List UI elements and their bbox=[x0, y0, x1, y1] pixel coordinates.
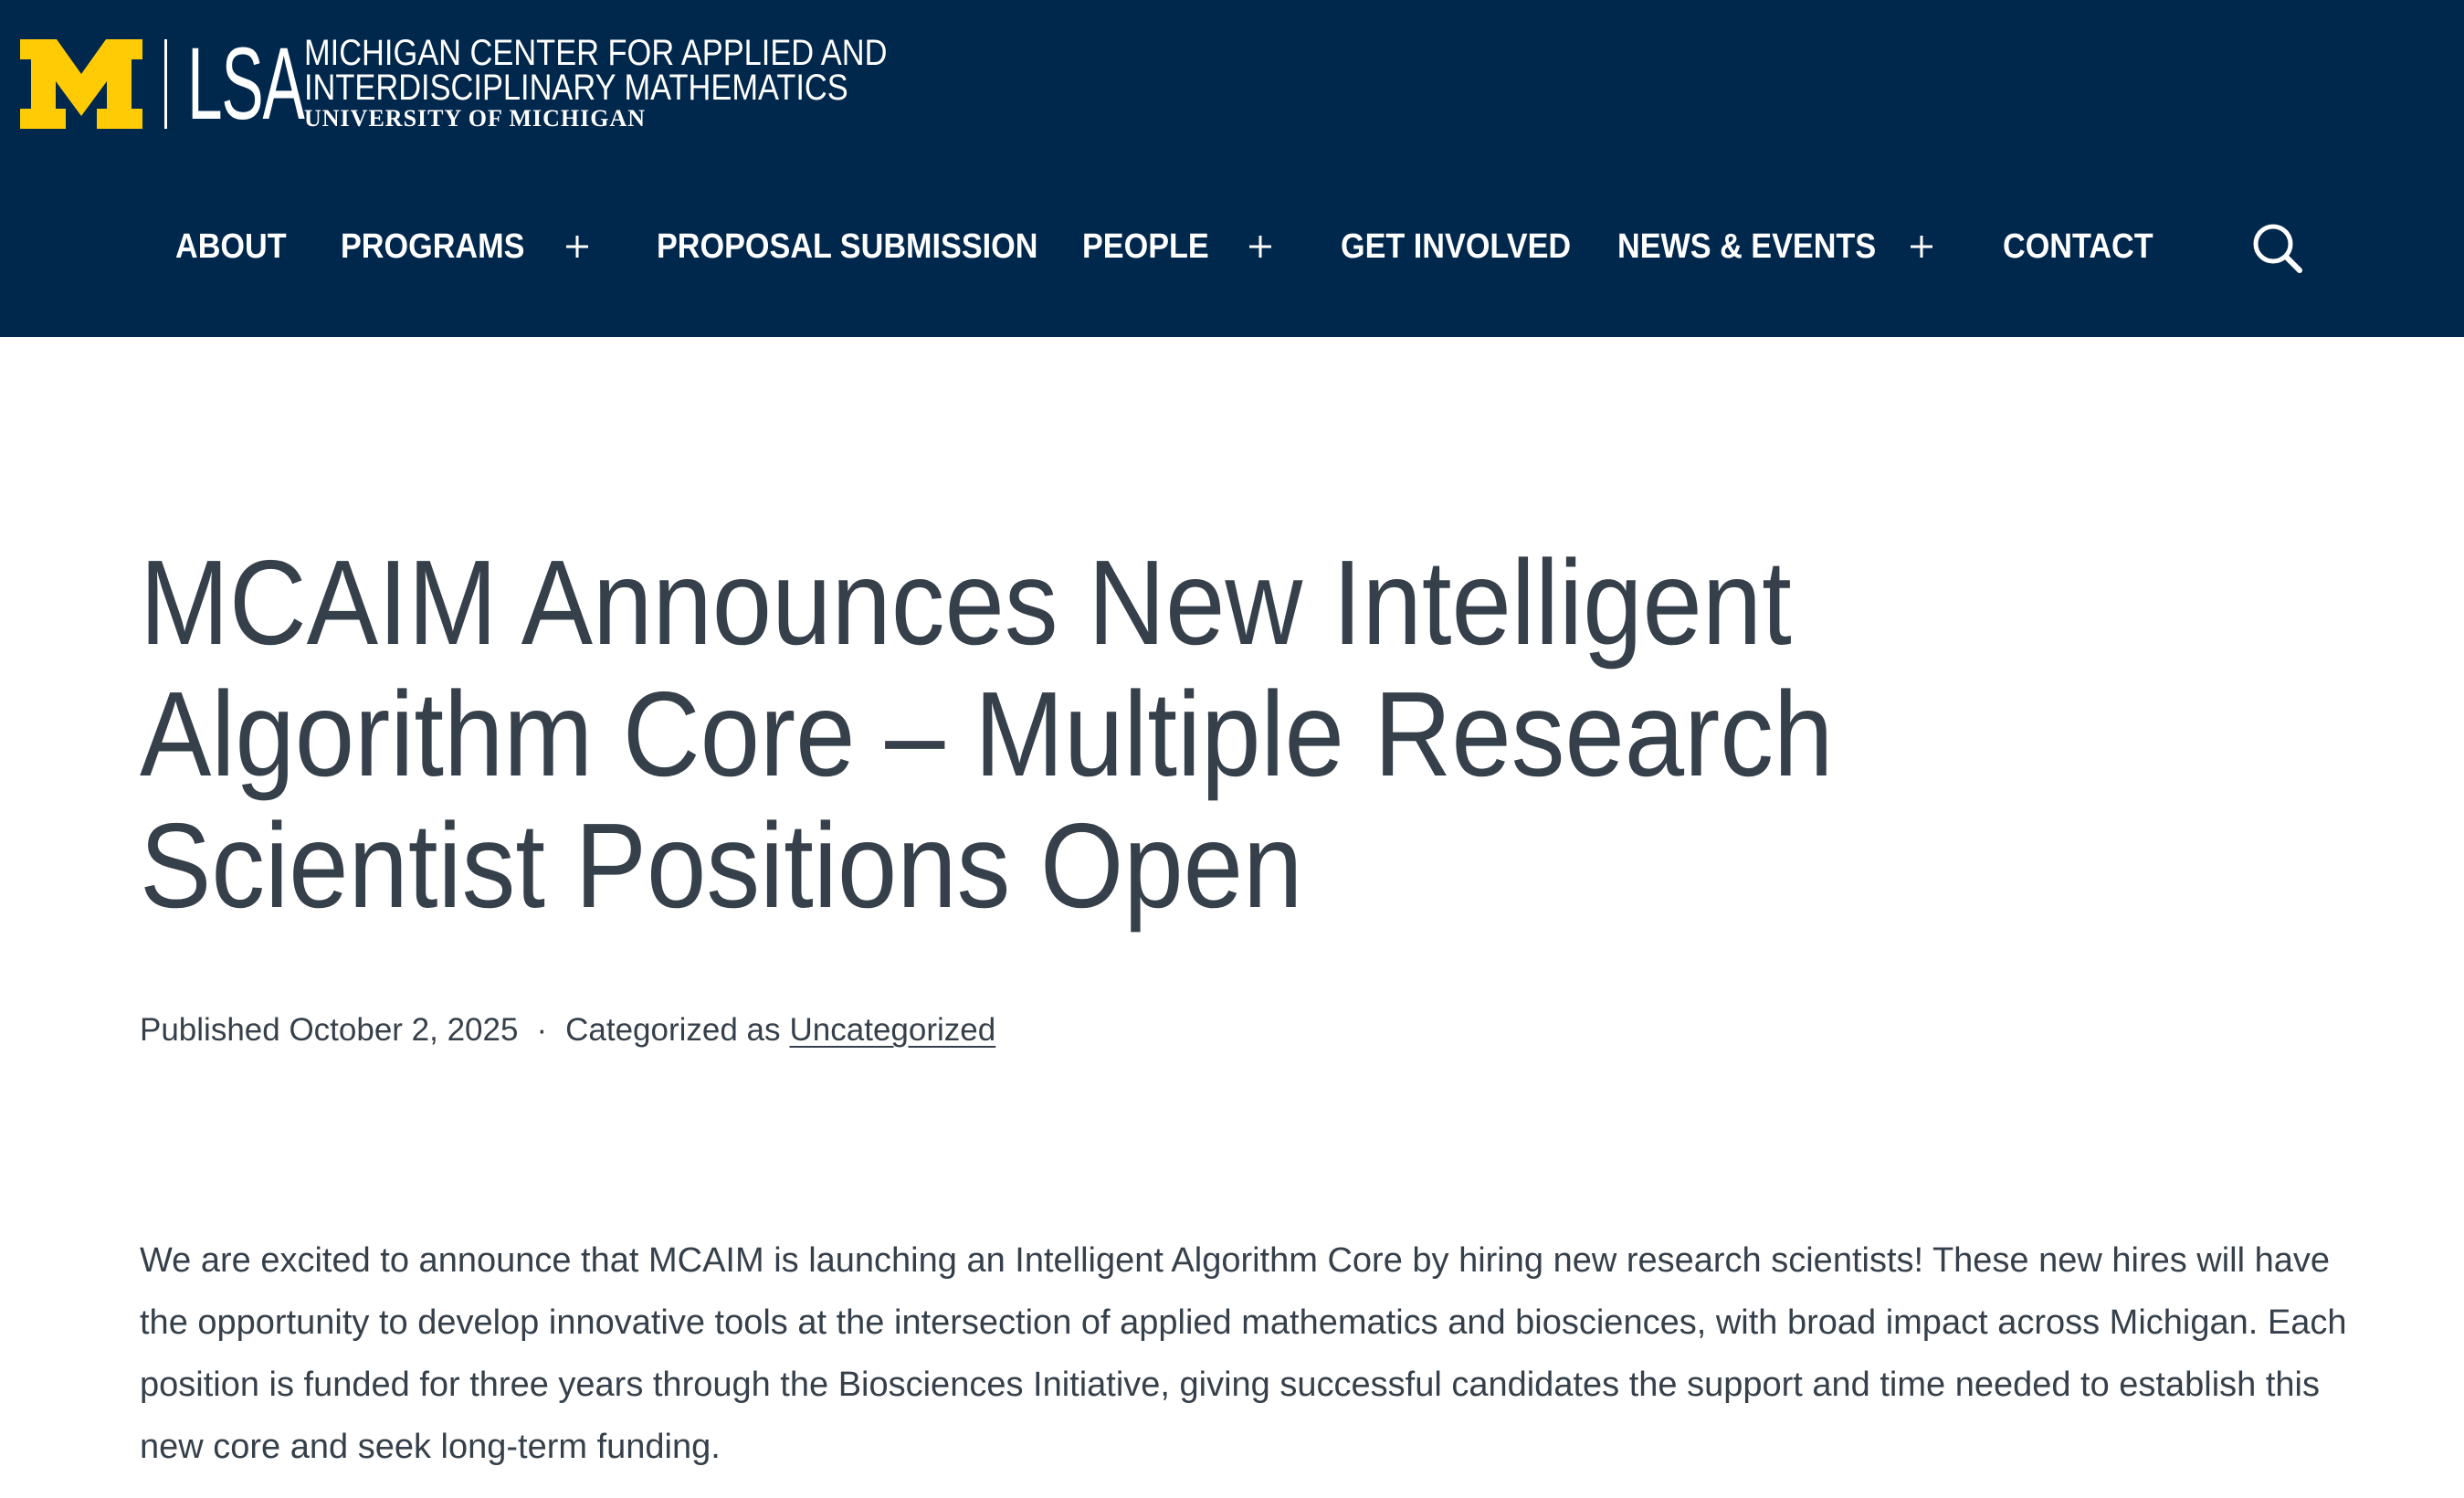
nav-item-label: PEOPLE bbox=[1082, 227, 1209, 266]
nav-item-label: PROPOSAL SUBMISSION bbox=[657, 227, 1038, 266]
nav-item-label: ABOUT bbox=[175, 227, 287, 266]
nav-item-label: NEWS & EVENTS bbox=[1617, 227, 1877, 266]
site-logo[interactable]: LSA MICHIGAN CENTER FOR APPLIED AND INTE… bbox=[20, 26, 982, 141]
site-header: LSA MICHIGAN CENTER FOR APPLIED AND INTE… bbox=[0, 0, 2464, 337]
nav-item-label: GET INVOLVED bbox=[1341, 227, 1572, 266]
nav-item-programs[interactable]: PROGRAMS bbox=[341, 210, 545, 283]
article-meta: Published October 2, 2025 · Categorized … bbox=[140, 1007, 995, 1053]
nav-item-proposal-submission[interactable]: PROPOSAL SUBMISSION bbox=[657, 210, 1080, 283]
category-link[interactable]: Uncategorized bbox=[790, 1007, 996, 1053]
people-expand-plus-icon[interactable] bbox=[1242, 210, 1279, 283]
university-name: UNIVERSITY OF MICHIGAN bbox=[304, 105, 646, 132]
programs-expand-plus-icon[interactable] bbox=[559, 210, 595, 283]
nav-item-label: CONTACT bbox=[2003, 227, 2153, 266]
nav-item-news-events[interactable]: NEWS & EVENTS bbox=[1617, 210, 1905, 283]
plus-icon bbox=[566, 236, 588, 258]
plus-icon bbox=[1249, 236, 1271, 258]
article-body-paragraph: We are excited to announce that MCAIM is… bbox=[140, 1241, 2347, 1466]
published-date: Published October 2, 2025 bbox=[140, 1012, 519, 1048]
main-navigation: ABOUT PROGRAMS PROPOSAL SUBMISSION PEOPL… bbox=[0, 210, 2464, 283]
meta-separator: · bbox=[536, 1012, 548, 1048]
unit-name-line-1: MICHIGAN CENTER FOR APPLIED AND bbox=[304, 33, 888, 73]
logo-divider bbox=[164, 39, 167, 129]
nav-item-contact[interactable]: CONTACT bbox=[2003, 210, 2170, 283]
search-icon bbox=[2253, 224, 2302, 273]
nav-item-people[interactable]: PEOPLE bbox=[1082, 210, 1223, 283]
categorized-label: Categorized as bbox=[565, 1012, 781, 1048]
article-title: MCAIM Announces New Intelligent Algorith… bbox=[140, 535, 1834, 933]
unit-name-line-2: INTERDISCIPLINARY MATHEMATICS bbox=[304, 68, 848, 108]
search-button[interactable] bbox=[2248, 219, 2307, 278]
nav-item-about[interactable]: ABOUT bbox=[175, 210, 299, 283]
unit-name: MICHIGAN CENTER FOR APPLIED AND INTERDIS… bbox=[304, 33, 982, 132]
nav-item-get-involved[interactable]: GET INVOLVED bbox=[1341, 210, 1596, 283]
lsa-wordmark: LSA bbox=[187, 26, 305, 141]
block-m-logo bbox=[20, 39, 142, 129]
plus-icon bbox=[1911, 236, 1932, 258]
nav-item-label: PROGRAMS bbox=[341, 227, 525, 266]
news-events-expand-plus-icon[interactable] bbox=[1903, 210, 1940, 283]
